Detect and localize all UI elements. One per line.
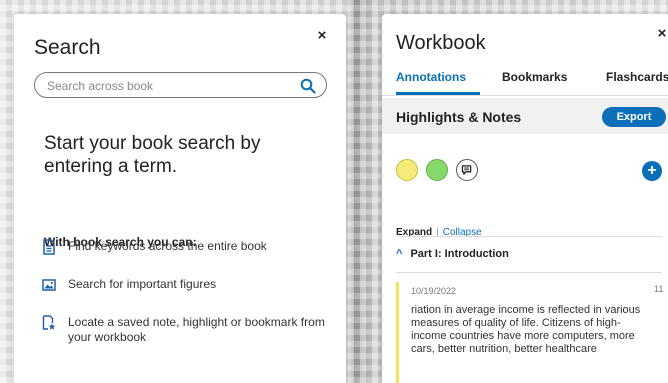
divider (396, 236, 662, 237)
notes-filter-button[interactable] (456, 159, 478, 181)
highlights-notes-title: Highlights & Notes (396, 109, 522, 125)
green-highlight-filter[interactable] (426, 159, 448, 181)
feature-label: Search for important figures (68, 277, 217, 291)
tab-annotations[interactable]: Annotations (396, 70, 466, 84)
search-title: Search (34, 36, 101, 59)
section-title: Part I: Introduction (410, 248, 509, 260)
feature-item-figures: Search for important figures (42, 277, 216, 293)
note-highlight-text: riation in average income is reflected i… (411, 304, 641, 355)
note-page-number: 11 (654, 284, 664, 294)
image-icon (42, 279, 56, 291)
tabs-divider (382, 95, 668, 96)
highlight-note-card[interactable]: 10/19/2022 11 riation in average income … (396, 282, 668, 383)
section-toggle-part-1[interactable]: ^ Part I: Introduction (396, 248, 509, 260)
divider (396, 272, 662, 273)
feature-item-keywords: Find keywords across the entire book (42, 239, 267, 255)
workbook-star-icon (42, 315, 56, 330)
feature-label: Find keywords across the entire book (68, 239, 267, 253)
highlights-notes-header: Highlights & Notes Export (382, 98, 668, 134)
document-icon (43, 239, 55, 255)
search-empty-heading: Start your book search by entering a ter… (44, 133, 261, 177)
workbook-panel: Workbook × Annotations Bookmarks Flashca… (382, 14, 668, 383)
chevron-up-icon: ^ (396, 248, 403, 260)
search-panel: Search × Start your book search by enter… (14, 14, 346, 383)
feature-label: Locate a saved note, highlight or bookma… (68, 315, 325, 344)
feature-item-workbook: Locate a saved note, highlight or bookma… (42, 315, 332, 345)
search-input[interactable] (47, 77, 287, 94)
yellow-highlight-filter[interactable] (396, 159, 418, 181)
tab-flashcards[interactable]: Flashcards (606, 70, 668, 84)
workbook-close-button[interactable]: × (654, 26, 668, 42)
add-annotation-button[interactable]: + (642, 161, 662, 181)
workbook-title: Workbook (396, 32, 486, 54)
note-icon (461, 165, 472, 175)
search-box[interactable] (34, 72, 327, 98)
workbook-tabs: Annotations Bookmarks Flashcards (382, 70, 668, 98)
export-button[interactable]: Export (602, 107, 666, 127)
search-close-button[interactable]: × (314, 28, 330, 44)
note-date: 10/19/2022 (411, 286, 457, 296)
search-icon[interactable] (300, 78, 316, 94)
tab-bookmarks[interactable]: Bookmarks (502, 70, 567, 84)
